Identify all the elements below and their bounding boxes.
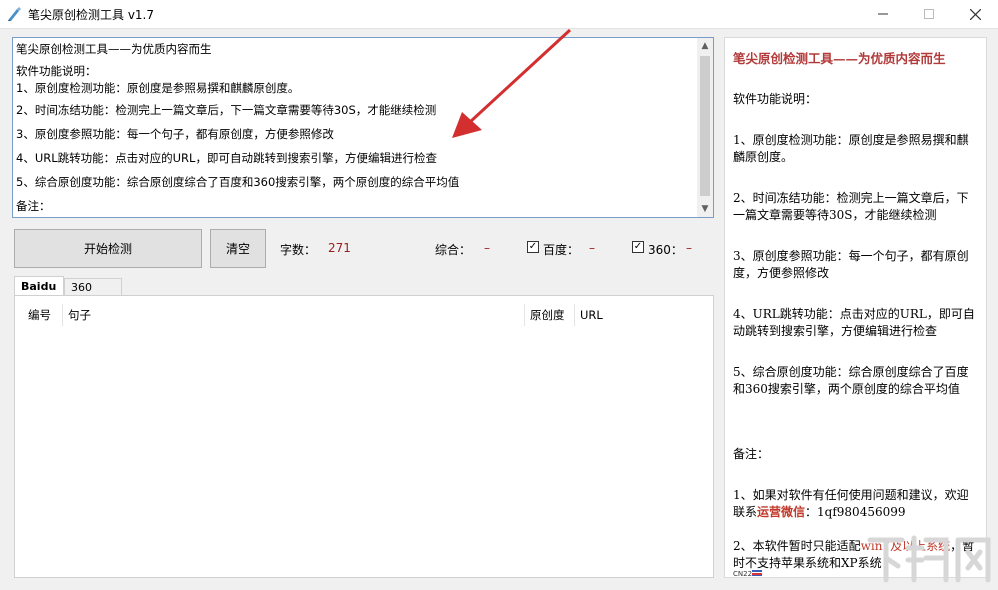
editor-line: 软件功能说明：: [16, 64, 97, 78]
scrollbar-thumb[interactable]: [700, 56, 710, 196]
note-text: ：1qf980456099: [805, 505, 906, 519]
char-count-value: 271: [328, 241, 351, 255]
maximize-icon: [924, 9, 934, 19]
title-bar: 笔尖原创检测工具 v1.7: [0, 0, 998, 29]
window-title: 笔尖原创检测工具 v1.7: [28, 8, 155, 22]
composite-value: –: [484, 241, 490, 255]
contact-highlight: 运营微信: [757, 505, 806, 519]
baidu-value: –: [589, 241, 595, 255]
editor-line: 3、原创度参照功能：每一个句子，都有原创度，方便参照修改: [16, 127, 334, 141]
info-panel: 笔尖原创检测工具——为优质内容而生 软件功能说明： 1、原创度检测功能：原创度是…: [724, 37, 987, 578]
clear-button[interactable]: 清空: [210, 229, 266, 268]
tab-panel: 编号 句子 原创度 URL: [14, 295, 714, 578]
minimize-button[interactable]: [860, 0, 906, 28]
close-button[interactable]: [952, 0, 998, 28]
checkmark-icon: ✓: [528, 241, 538, 252]
tab-baidu[interactable]: Baidu: [14, 276, 64, 296]
pen-nib-icon: [8, 7, 21, 21]
editor-line: 4、URL跳转功能：点击对应的URL，即可自动跳转到搜索引擎，方便编辑进行检查: [16, 151, 437, 165]
column-header-id[interactable]: 编号: [23, 304, 63, 326]
info-item: 3、原创度参照功能：每一个句子，都有原创度，方便参照修改: [733, 249, 969, 280]
info-item: 5、综合原创度功能：综合原创度综合了百度和360搜索引擎，两个原创度的综合平均值: [733, 365, 969, 396]
note-item: 1、如果对软件有任何使用问题和建议，欢迎联系运营微信：1qf980456099: [733, 487, 977, 521]
char-count-label: 字数：: [280, 243, 317, 257]
results-table[interactable]: 编号 句子 原创度 URL: [23, 304, 707, 572]
editor-line: 2、时间冻结功能：检测完上一篇文章后，下一篇文章需要等待30S，才能继续检测: [16, 103, 437, 117]
flag-icon: [752, 570, 762, 576]
info-heading: 软件功能说明：: [733, 92, 818, 106]
close-icon: [969, 8, 981, 20]
article-text-area[interactable]: 笔尖原创检测工具——为优质内容而生 软件功能说明： 1、原创度检测功能：原创度是…: [12, 37, 714, 218]
tab-360[interactable]: 360: [64, 278, 122, 296]
info-item: 2、时间冻结功能：检测完上一篇文章后，下一篇文章需要等待30S，才能继续检测: [733, 191, 969, 222]
editor-line: 笔尖原创检测工具——为优质内容而生: [16, 42, 212, 56]
info-title: 笔尖原创检测工具——为优质内容而生: [733, 51, 946, 66]
baidu-checkbox[interactable]: ✓: [527, 241, 539, 253]
composite-label: 综合：: [435, 243, 472, 257]
note-text: 2、本软件暂时只能适配: [733, 539, 861, 553]
info-item: 4、URL跳转功能：点击对应的URL，即可自动跳转到搜索引擎，方便编辑进行检查: [733, 307, 975, 338]
column-header-originality[interactable]: 原创度: [525, 304, 575, 326]
info-item: 1、原创度检测功能：原创度是参照易撰和麒麟原创度。: [733, 133, 969, 164]
scroll-up-icon[interactable]: ▲: [697, 38, 713, 54]
table-header: 编号 句子 原创度 URL: [23, 304, 707, 326]
note-heading: 备注：: [733, 447, 770, 461]
start-detection-button[interactable]: 开始检测: [14, 229, 202, 268]
editor-line: 5、综合原创度功能：综合原创度综合了百度和360搜索引擎，两个原创度的综合平均值: [16, 175, 460, 189]
language-badge: CN22: [733, 570, 753, 578]
checkmark-icon: ✓: [633, 241, 643, 252]
editor-line: 备注：: [16, 199, 51, 213]
editor-line: 1、原创度检测功能：原创度是参照易撰和麒麟原创度。: [16, 81, 300, 95]
s360-label: 360：: [648, 243, 683, 257]
s360-value: –: [686, 241, 692, 255]
watermark-logo-icon: [867, 535, 991, 583]
column-header-url[interactable]: URL: [575, 304, 707, 326]
scroll-down-icon[interactable]: ▼: [697, 201, 713, 217]
s360-checkbox[interactable]: ✓: [632, 241, 644, 253]
editor-scrollbar[interactable]: ▲ ▼: [697, 38, 713, 217]
maximize-button[interactable]: [906, 0, 952, 28]
column-header-sentence[interactable]: 句子: [63, 304, 525, 326]
minimize-icon: [878, 13, 888, 15]
baidu-label: 百度：: [543, 243, 580, 257]
